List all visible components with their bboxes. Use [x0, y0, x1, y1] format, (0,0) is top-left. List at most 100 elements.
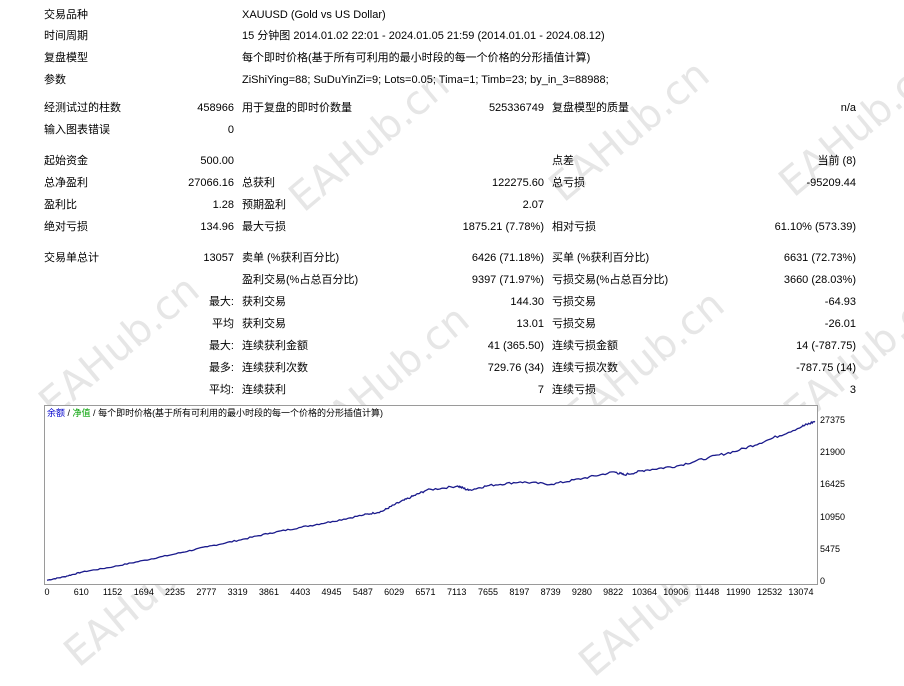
errors-label: 输入图表错误 — [44, 124, 110, 136]
gross-profit-label: 总获利 — [242, 177, 275, 189]
x-tick-label: 11448 — [694, 587, 720, 597]
maximal-consecutive-profit-value: 729.76 (34) — [487, 362, 544, 374]
balance-chart — [44, 405, 818, 585]
largest-prefix: 最大: — [208, 296, 234, 308]
legend-model: 每个即时价格(基于所有可利用的最小时段的每一个价格的分形插值计算) — [98, 408, 384, 418]
model-value: 每个即时价格(基于所有可利用的最小时段的每一个价格的分形插值计算) — [242, 52, 591, 64]
period-label: 时间周期 — [44, 30, 88, 42]
x-tick-label: 3319 — [227, 587, 248, 597]
avg-consecutive-wins-value: 7 — [537, 384, 544, 396]
bars-label: 经测试过的柱数 — [44, 102, 121, 114]
x-tick-label: 10906 — [663, 587, 689, 597]
x-tick-label: 7113 — [447, 587, 467, 597]
long-positions-label: 买单 (%获利百分比) — [552, 252, 650, 264]
long-positions-value: 6631 (72.73%) — [783, 252, 856, 264]
profit-factor-value: 1.28 — [212, 199, 234, 211]
y-tick-label: 16425 — [820, 479, 846, 490]
ticks-label: 用于复盘的即时价数量 — [242, 102, 352, 114]
params-value: ZiShiYing=88; SuDuYinZi=9; Lots=0.05; Ti… — [242, 74, 609, 86]
avg-consecutive-losses-label: 连续亏损 — [552, 384, 596, 396]
total-trades-value: 13057 — [203, 252, 234, 264]
gross-profit-value: 122275.60 — [492, 177, 544, 189]
symbol-label: 交易品种 — [44, 9, 88, 21]
relative-drawdown-value: 61.10% (573.39) — [774, 221, 856, 233]
max-consecutive-losses-label: 连续亏损金额 — [552, 340, 618, 352]
max-consecutive-wins-value: 41 (365.50) — [487, 340, 544, 352]
chart-legend: 余额 / 净值 / 每个即时价格(基于所有可利用的最小时段的每一个价格的分形插值… — [47, 408, 383, 419]
x-tick-label: 9822 — [603, 587, 624, 597]
x-tick-label: 5487 — [352, 587, 373, 597]
avg-consecutive-prefix: 平均: — [208, 384, 234, 396]
symbol-value: XAUUSD (Gold vs US Dollar) — [242, 9, 386, 21]
x-tick-label: 9280 — [571, 587, 592, 597]
net-profit-value: 27066.16 — [188, 177, 234, 189]
y-tick-label: 10950 — [820, 511, 846, 522]
x-tick-label: 6571 — [415, 587, 436, 597]
x-tick-label: 1694 — [133, 587, 154, 597]
x-tick-label: 0 — [44, 587, 50, 597]
max-drawdown-value: 1875.21 (7.78%) — [462, 221, 544, 233]
x-tick-label: 12532 — [757, 587, 783, 597]
avg-consecutive-losses-value: 3 — [849, 384, 856, 396]
net-profit-label: 总净盈利 — [44, 177, 88, 189]
x-tick-label: 6029 — [384, 587, 405, 597]
period-value: 15 分钟图 2014.01.02 22:01 - 2024.01.05 21:… — [242, 30, 605, 42]
quality-value: n/a — [840, 102, 856, 114]
largest-loss-value: -64.93 — [824, 296, 856, 308]
average-prefix: 平均 — [212, 318, 234, 330]
absolute-drawdown-label: 绝对亏损 — [44, 221, 88, 233]
maximal-consecutive-profit-label: 连续获利次数 — [242, 362, 308, 374]
x-tick-label: 2235 — [165, 587, 186, 597]
gross-loss-value: -95209.44 — [806, 177, 856, 189]
average-profit-label: 获利交易 — [242, 318, 286, 330]
errors-value: 0 — [227, 124, 234, 136]
largest-loss-label: 亏损交易 — [552, 296, 596, 308]
short-positions-value: 6426 (71.18%) — [471, 252, 544, 264]
maximal-prefix: 最多: — [208, 362, 234, 374]
average-loss-label: 亏损交易 — [552, 318, 596, 330]
spread-value: 当前 (8) — [817, 155, 857, 167]
balance-chart-svg — [46, 420, 816, 581]
x-tick-label: 10364 — [631, 587, 657, 597]
largest-profit-label: 获利交易 — [242, 296, 286, 308]
total-trades-label: 交易单总计 — [44, 252, 99, 264]
absolute-drawdown-value: 134.96 — [200, 221, 234, 233]
profit-trades-value: 9397 (71.97%) — [471, 274, 544, 286]
legend-equity: 净值 — [72, 408, 91, 418]
average-loss-value: -26.01 — [824, 318, 856, 330]
deposit-value: 500.00 — [200, 155, 234, 167]
x-tick-label: 13074 — [788, 587, 814, 597]
max-prefix: 最大: — [208, 340, 234, 352]
loss-trades-value: 3660 (28.03%) — [783, 274, 856, 286]
quality-label: 复盘模型的质量 — [552, 102, 629, 114]
x-tick-label: 8197 — [509, 587, 530, 597]
x-tick-label: 7655 — [478, 587, 499, 597]
spread-label: 点差 — [552, 155, 574, 167]
model-label: 复盘模型 — [44, 52, 88, 64]
bars-value: 458966 — [197, 102, 234, 114]
max-consecutive-wins-label: 连续获利金额 — [242, 340, 308, 352]
profit-trades-label: 盈利交易(%占总百分比) — [242, 274, 359, 286]
y-tick-label: 5475 — [820, 543, 841, 554]
params-label: 参数 — [44, 74, 66, 86]
y-tick-label: 27375 — [820, 414, 846, 425]
x-tick-label: 4403 — [290, 587, 311, 597]
legend-separator: / — [65, 408, 73, 418]
x-tick-label: 3861 — [258, 587, 279, 597]
largest-profit-value: 144.30 — [510, 296, 544, 308]
expected-payoff-value: 2.07 — [522, 199, 544, 211]
maximal-consecutive-loss-label: 连续亏损次数 — [552, 362, 618, 374]
x-tick-label: 4945 — [321, 587, 342, 597]
max-drawdown-label: 最大亏损 — [242, 221, 286, 233]
x-tick-label: 11990 — [726, 587, 751, 597]
x-tick-label: 8739 — [540, 587, 561, 597]
expected-payoff-label: 预期盈利 — [242, 199, 286, 211]
legend-separator: / — [90, 408, 99, 418]
ticks-value: 525336749 — [488, 102, 544, 114]
maximal-consecutive-loss-value: -787.75 (14) — [796, 362, 856, 374]
short-positions-label: 卖单 (%获利百分比) — [242, 252, 340, 264]
profit-factor-label: 盈利比 — [44, 199, 77, 211]
deposit-label: 起始资金 — [44, 155, 88, 167]
x-tick-label: 1152 — [102, 587, 123, 597]
x-tick-label: 2777 — [196, 587, 217, 597]
